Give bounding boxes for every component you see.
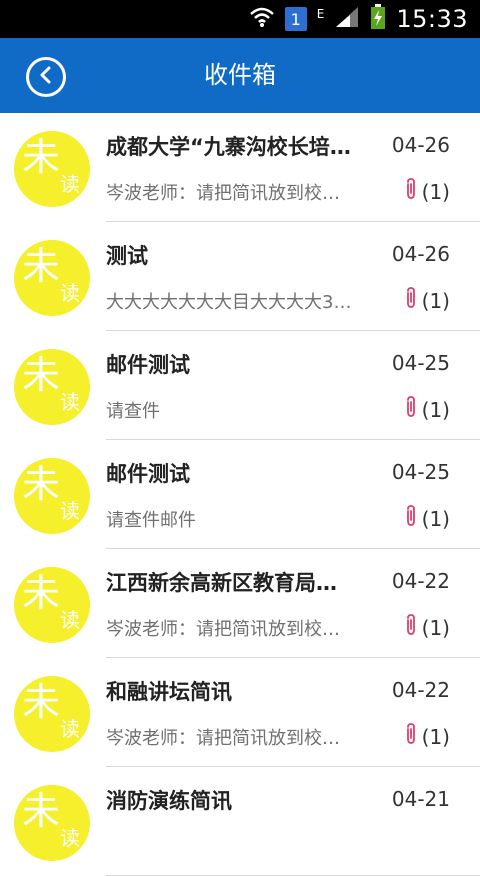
- message-date: 04-26: [391, 242, 450, 266]
- message-preview: 岑波老师：请把简讯放到校…: [106, 183, 340, 204]
- list-item[interactable]: 未 读 成都大学“九寨沟校长培训… 04-26 岑波老师：请把简讯放到校… (1…: [0, 113, 480, 222]
- unread-label-sub: 读: [60, 608, 80, 632]
- message-date: 04-22: [391, 569, 450, 593]
- page-title: 收件箱: [204, 61, 276, 89]
- message-subject: 江西新余高新区教育局…: [106, 571, 337, 595]
- attachment-count: (1): [421, 179, 450, 204]
- unread-label-main: 未: [22, 353, 61, 397]
- unread-label-sub: 读: [60, 717, 80, 741]
- unread-label-main: 未: [22, 680, 61, 724]
- attachment-indicator: (1): [404, 286, 450, 315]
- unread-avatar: 未 读: [14, 676, 90, 752]
- unread-label-sub: 读: [60, 826, 80, 850]
- unread-avatar: 未 读: [14, 240, 90, 316]
- status-bar: 1 E 15:33: [0, 0, 480, 38]
- paperclip-icon: [404, 395, 418, 424]
- message-date: 04-26: [391, 133, 450, 157]
- message-subject: 和融讲坛简讯: [106, 680, 232, 704]
- list-item[interactable]: 未 读 江西新余高新区教育局… 04-22 岑波老师：请把简讯放到校… (1): [0, 549, 480, 658]
- message-date: 04-21: [391, 787, 450, 811]
- list-item[interactable]: 未 读 消防演练简讯 04-21: [0, 767, 480, 876]
- battery-charging-icon: [370, 4, 386, 34]
- message-preview: 大大大大大大大目大大大大3…: [106, 292, 352, 313]
- list-item[interactable]: 未 读 邮件测试 04-25 请查件 (1): [0, 331, 480, 440]
- unread-label-sub: 读: [60, 172, 80, 196]
- unread-avatar: 未 读: [14, 785, 90, 861]
- paperclip-icon: [404, 177, 418, 206]
- message-subject: 测试: [106, 244, 148, 268]
- message-preview: 请查件: [106, 401, 160, 422]
- paperclip-icon: [404, 286, 418, 315]
- attachment-count: (1): [421, 506, 450, 531]
- unread-avatar: 未 读: [14, 567, 90, 643]
- message-date: 04-25: [391, 351, 450, 375]
- unread-label-main: 未: [22, 244, 61, 288]
- attachment-count: (1): [421, 397, 450, 422]
- unread-label-main: 未: [22, 789, 61, 833]
- list-item[interactable]: 未 读 邮件测试 04-25 请查件邮件 (1): [0, 440, 480, 549]
- attachment-indicator: (1): [404, 504, 450, 533]
- attachment-count: (1): [421, 724, 450, 749]
- unread-label-main: 未: [22, 135, 61, 179]
- attachment-indicator: (1): [404, 613, 450, 642]
- list-item[interactable]: 未 读 测试 04-26 大大大大大大大目大大大大3… (1): [0, 222, 480, 331]
- signal-icon: [334, 6, 360, 32]
- message-preview: 岑波老师：请把简讯放到校…: [106, 619, 340, 640]
- message-date: 04-22: [391, 678, 450, 702]
- paperclip-icon: [404, 613, 418, 642]
- list-item[interactable]: 未 读 和融讲坛简讯 04-22 岑波老师：请把简讯放到校… (1): [0, 658, 480, 767]
- attachment-indicator: (1): [404, 722, 450, 751]
- message-subject: 成都大学“九寨沟校长培训…: [106, 135, 368, 159]
- paperclip-icon: [404, 722, 418, 751]
- unread-avatar: 未 读: [14, 131, 90, 207]
- message-date: 04-25: [391, 460, 450, 484]
- message-list[interactable]: 未 读 成都大学“九寨沟校长培训… 04-26 岑波老师：请把简讯放到校… (1…: [0, 113, 480, 876]
- attachment-indicator: (1): [404, 177, 450, 206]
- unread-avatar: 未 读: [14, 349, 90, 425]
- message-subject: 邮件测试: [106, 353, 190, 377]
- message-preview: 请查件邮件: [106, 510, 196, 531]
- network-type-label: E: [316, 7, 325, 21]
- attachment-count: (1): [421, 615, 450, 640]
- notification-badge: 1: [284, 7, 307, 31]
- attachment-indicator: (1): [404, 395, 450, 424]
- unread-label-sub: 读: [60, 390, 80, 414]
- message-preview: 岑波老师：请把简讯放到校…: [106, 728, 340, 749]
- unread-label-main: 未: [22, 462, 61, 506]
- unread-label-main: 未: [22, 571, 61, 615]
- unread-label-sub: 读: [60, 499, 80, 523]
- app-bar: 收件箱: [0, 38, 480, 113]
- message-subject: 消防演练简讯: [106, 789, 232, 813]
- message-preview: [106, 833, 376, 859]
- wifi-icon: [249, 6, 275, 32]
- paperclip-icon: [404, 504, 418, 533]
- clock: 15:33: [396, 5, 468, 33]
- message-subject: 邮件测试: [106, 462, 190, 486]
- unread-avatar: 未 读: [14, 458, 90, 534]
- unread-label-sub: 读: [60, 281, 80, 305]
- attachment-count: (1): [421, 288, 450, 313]
- status-icons: 1 E 15:33: [249, 0, 468, 38]
